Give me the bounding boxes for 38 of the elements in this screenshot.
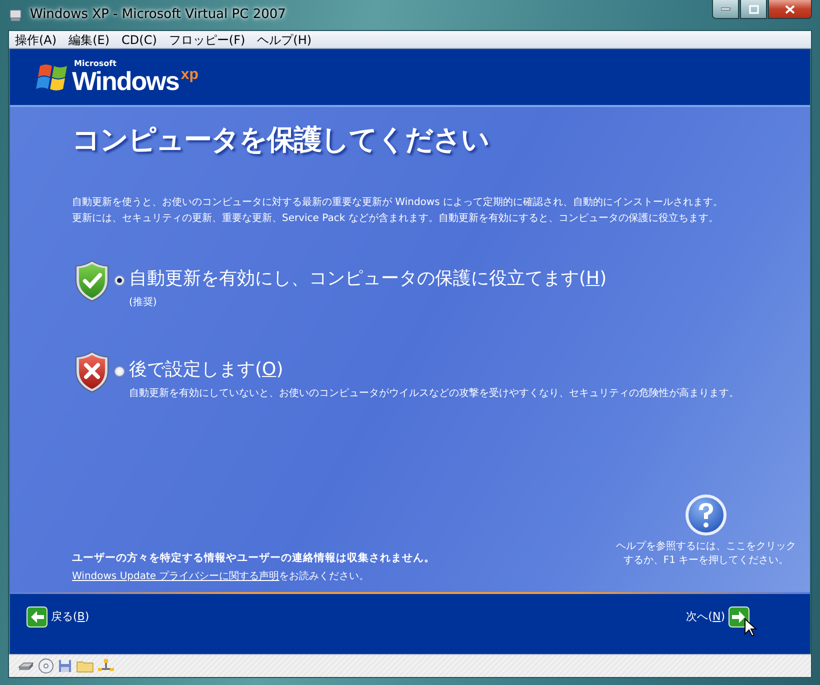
radio-button[interactable] [114, 366, 125, 377]
floppy-icon[interactable] [57, 658, 73, 674]
menu-item[interactable]: 操作(A) [9, 32, 63, 48]
privacy-notice: ユーザーの方々を特定する情報やユーザーの連絡情報は収集されません。 [72, 551, 435, 566]
privacy-link[interactable]: Windows Update プライバシーに関する声明 [72, 571, 280, 582]
cross-shield-icon [74, 350, 110, 394]
mouse-cursor-icon [744, 618, 758, 638]
next-button[interactable]: 次へ(N) [686, 606, 750, 628]
menu-item[interactable]: 編集(E) [62, 32, 116, 48]
menu-item[interactable]: フロッピー(F) [162, 32, 252, 48]
minimize-icon [720, 7, 730, 11]
back-button[interactable]: 戻る(B) [26, 606, 90, 628]
close-icon [785, 4, 795, 14]
option-note: 自動更新を有効にしていないと、お使いのコンピュータがウイルスなどの攻撃を受けやすくなり、セキュリティの危険性が高まります。 [129, 386, 739, 401]
help-icon[interactable] [685, 494, 727, 536]
help-text: ヘルプを参照するには、ここをクリック するか、F1 キーを押してください。 [616, 540, 796, 568]
window-title: Windows XP - Microsoft Virtual PC 2007 [30, 6, 286, 24]
radio-button[interactable] [114, 274, 125, 286]
close-button[interactable] [768, 0, 812, 19]
minimize-button[interactable] [712, 0, 739, 19]
logo-maker-text: Microsoft [74, 60, 118, 68]
logo-wordmark: Windows [72, 68, 179, 94]
maximize-button[interactable] [740, 0, 767, 19]
network-icon[interactable] [97, 658, 115, 674]
app-icon [8, 7, 24, 23]
windows-flag-icon [36, 62, 70, 92]
privacy-sentence: Windows Update プライバシーに関する声明をお読みください。 [72, 570, 370, 584]
disc-icon[interactable] [38, 658, 54, 674]
menu-item[interactable]: CD(C) [116, 32, 163, 48]
page-heading: コンピュータを保護してください [72, 123, 490, 157]
option-note: (推奨) [129, 296, 158, 310]
option-label[interactable]: 自動更新を有効にし、コンピュータの保護に役立てます(H) [129, 266, 607, 291]
option-label[interactable]: 後で設定します(O) [129, 358, 739, 382]
logo-version-text: xp [180, 65, 198, 85]
maximize-icon [748, 4, 758, 14]
check-shield-icon [74, 258, 110, 303]
menu-item[interactable]: ヘルプ(H) [251, 32, 318, 48]
intro-paragraph: 自動更新を使うと、お使いのコンピュータに対する最新の重要な更新が Windows によって定期的に確認され、自動的にインストールされます。 更新には、セキュリティの更新、重要な更新、Service Pack などが含まれます。自動更新を有効にすると、コンピュータの保護に役立ちます。 [72, 196, 724, 226]
